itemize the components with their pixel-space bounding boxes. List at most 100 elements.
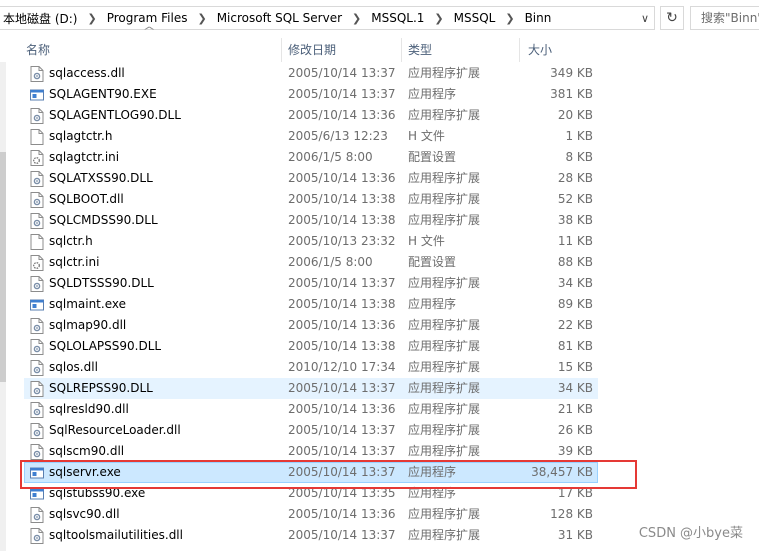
file-name: sqlmap90.dll [49,318,127,332]
file-row[interactable]: sqlsvc90.dll 2005/10/14 13:36 应用程序扩展 128 KB [24,504,598,525]
file-size: 15 KB [557,360,593,374]
file-date: 2005/10/14 13:38 [288,192,396,206]
file-type: 应用程序扩展 [408,528,481,542]
address-bar[interactable]: 本地磁盘 (D:) ❯ Program Files ❯ Microsoft SQ… [0,6,655,30]
dll-icon [30,528,44,544]
file-type: 应用程序扩展 [408,339,481,353]
file-size: 38 KB [557,213,593,227]
file-type: 应用程序扩展 [408,423,481,437]
column-header-size[interactable]: 大小 [522,38,600,62]
file-name: SQLREPSS90.DLL [49,381,153,395]
file-name: sqlmaint.exe [49,297,126,311]
file-name: SQLOLAPSS90.DLL [49,339,162,353]
file-row[interactable]: SQLAGENT90.EXE 2005/10/14 13:37 应用程序 381 KB [24,84,598,105]
file-name: SqlResourceLoader.dll [49,423,181,437]
dll-icon [30,276,44,292]
dll-icon [30,108,44,124]
file-date: 2005/10/14 13:37 [288,87,396,101]
file-row[interactable]: sqlaccess.dll 2005/10/14 13:37 应用程序扩展 349 K… [24,63,598,84]
file-row[interactable]: SQLBOOT.dll 2005/10/14 13:38 应用程序扩展 52 KB [24,189,598,210]
file-row[interactable]: sqlagtctr.ini 2006/1/5 8:00 配置设置 8 KB [24,147,598,168]
file-row[interactable]: sqlmaint.exe 2005/10/14 13:38 应用程序 89 KB [24,294,598,315]
dll-icon [30,423,44,439]
file-name: SQLAGENTLOG90.DLL [49,108,181,122]
file-row[interactable]: SQLREPSS90.DLL 2005/10/14 13:37 应用程序扩展 34 K… [24,378,598,399]
column-header-type[interactable]: 类型 [402,38,520,62]
file-type: 应用程序扩展 [408,318,481,332]
file-type: 应用程序扩展 [408,360,481,374]
file-type: 应用程序 [408,297,457,311]
breadcrumb-chevron-icon[interactable]: ❯ [498,12,521,25]
file-row[interactable]: sqlctr.ini 2006/1/5 8:00 配置设置 88 KB [24,252,598,273]
file-type: 配置设置 [408,255,457,269]
file-row[interactable]: sqlresld90.dll 2005/10/14 13:36 应用程序扩展 21 K… [24,399,598,420]
scrollbar-thumb[interactable] [0,152,6,382]
breadcrumb-chevron-icon[interactable]: ❯ [190,12,213,25]
file-row[interactable]: sqlctr.h 2005/10/13 23:32 H 文件 11 KB [24,231,598,252]
file-name: sqlscm90.dll [49,444,125,458]
file-date: 2005/6/13 12:23 [288,129,388,143]
dll-icon [30,507,44,523]
address-dropdown-icon[interactable]: ∨ [634,6,656,30]
file-size: 381 KB [550,87,593,101]
file-row[interactable]: sqlscm90.dll 2005/10/14 13:37 应用程序扩展 39 KB [24,441,598,462]
file-date: 2005/10/14 13:38 [288,297,396,311]
file-size: 11 KB [557,234,593,248]
file-size: 22 KB [557,318,593,332]
file-size: 39 KB [557,444,593,458]
breadcrumb-chevron-icon[interactable]: ❯ [345,12,368,25]
column-header-date[interactable]: 修改日期 [282,38,402,62]
breadcrumb-mssql1[interactable]: MSSQL.1 [368,11,427,25]
file-size: 88 KB [557,255,593,269]
file-type: 应用程序扩展 [408,171,481,185]
search-input[interactable]: 搜索"Binn" [690,6,759,30]
file-row[interactable]: sqltoolsmailutilities.dll 2005/10/14 13:3… [24,525,598,546]
exe-icon [30,87,44,103]
file-size: 8 KB [565,150,593,164]
file-date: 2005/10/14 13:37 [288,381,396,395]
highlight-box [20,460,637,489]
refresh-icon[interactable]: ↻ [660,6,684,30]
file-size: 31 KB [557,528,593,542]
breadcrumb-chevron-icon[interactable]: ❯ [80,12,103,25]
breadcrumb-binn[interactable]: Binn [522,11,555,25]
file-date: 2005/10/14 13:36 [288,402,396,416]
file-date: 2005/10/14 13:36 [288,171,396,185]
file-type: H 文件 [408,234,445,248]
file-type: 应用程序扩展 [408,108,481,122]
exe-icon [30,297,44,313]
file-type: 配置设置 [408,150,457,164]
file-row[interactable]: SQLOLAPSS90.DLL 2005/10/14 13:38 应用程序扩展 81 … [24,336,598,357]
file-date: 2005/10/14 13:36 [288,318,396,332]
file-row[interactable]: sqlos.dll 2010/12/10 17:34 应用程序扩展 15 KB [24,357,598,378]
file-date: 2005/10/13 23:32 [288,234,396,248]
ini-icon [30,150,44,166]
breadcrumb-mssql[interactable]: MSSQL [451,11,499,25]
file-name: SQLBOOT.dll [49,192,124,206]
file-size: 34 KB [557,381,593,395]
file-name: SQLATXSS90.DLL [49,171,153,185]
file-date: 2005/10/14 13:36 [288,108,396,122]
file-row[interactable]: sqlagtctr.h 2005/6/13 12:23 H 文件 1 KB [24,126,598,147]
file-type: 应用程序扩展 [408,402,481,416]
column-header-name[interactable]: 名称 [20,38,282,62]
file-row[interactable]: SQLATXSS90.DLL 2005/10/14 13:36 应用程序扩展 28 K… [24,168,598,189]
file-row[interactable]: sqlmap90.dll 2005/10/14 13:36 应用程序扩展 22 KB [24,315,598,336]
file-size: 26 KB [557,423,593,437]
file-type: 应用程序扩展 [408,276,481,290]
file-row[interactable]: SQLDTSSS90.DLL 2005/10/14 13:37 应用程序扩展 34 K… [24,273,598,294]
breadcrumb-sql-server[interactable]: Microsoft SQL Server [214,11,345,25]
file-date: 2005/10/14 13:38 [288,339,396,353]
file-row[interactable]: SQLCMDSS90.DLL 2005/10/14 13:38 应用程序扩展 38 K… [24,210,598,231]
breadcrumb-program-files[interactable]: Program Files [104,11,191,25]
breadcrumb-chevron-icon[interactable]: ❯ [427,12,450,25]
vertical-scrollbar[interactable] [0,62,6,551]
file-size: 81 KB [557,339,593,353]
file-type: H 文件 [408,129,445,143]
file-row[interactable]: SQLAGENTLOG90.DLL 2005/10/14 13:36 应用程序扩展 2… [24,105,598,126]
breadcrumb-drive[interactable]: 本地磁盘 (D:) [0,10,80,27]
dll-icon [30,381,44,397]
file-type: 应用程序扩展 [408,213,481,227]
file-date: 2005/10/14 13:37 [288,276,396,290]
file-row[interactable]: SqlResourceLoader.dll 2005/10/14 13:37 应用程… [24,420,598,441]
